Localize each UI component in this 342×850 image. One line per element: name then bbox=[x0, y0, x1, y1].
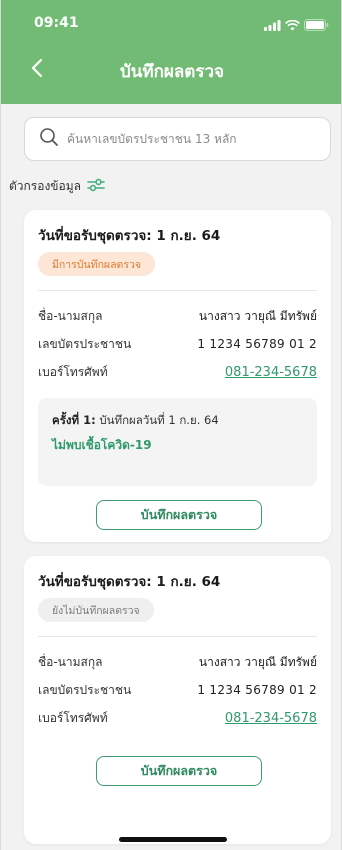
filter-label: ตัวกรองข้อมูล bbox=[9, 178, 81, 193]
phone-link[interactable]: 081-234-5678 bbox=[225, 711, 317, 726]
search-box[interactable] bbox=[24, 117, 331, 161]
phone-label: เบอร์โทรศัพท์ bbox=[38, 364, 108, 379]
record-result-button[interactable]: บันทึกผลตรวจ bbox=[96, 756, 262, 786]
name-value: นางสาว วายุณี มีทรัพย์ bbox=[198, 654, 317, 669]
request-date-heading: วันที่ขอรับชุดตรวจ: 1 ก.ย. 64 bbox=[38, 228, 221, 244]
id-label: เลขบัตรประชาชน bbox=[38, 682, 132, 697]
id-value: 1 1234 56789 01 2 bbox=[197, 683, 317, 697]
divider bbox=[38, 636, 317, 637]
id-row: เลขบัตรประชาชน 1 1234 56789 01 2 bbox=[38, 334, 317, 354]
name-label: ชื่อ-นามสกุล bbox=[38, 308, 103, 323]
wifi-icon bbox=[285, 16, 300, 35]
status-icons bbox=[264, 16, 329, 35]
history-result: ไม่พบเชื้อโควิด-19 bbox=[52, 438, 152, 452]
search-icon bbox=[39, 127, 59, 151]
status-badge: ยังไม่บันทึกผลตรวจ bbox=[38, 598, 154, 622]
filter-button[interactable]: ตัวกรองข้อมูล bbox=[9, 176, 105, 196]
id-value: 1 1234 56789 01 2 bbox=[197, 337, 317, 351]
request-date-heading: วันที่ขอรับชุดตรวจ: 1 ก.ย. 64 bbox=[38, 574, 221, 590]
battery-icon bbox=[304, 16, 329, 35]
page-title: บันทึกผลตรวจ bbox=[120, 62, 224, 82]
phone-link[interactable]: 081-234-5678 bbox=[225, 365, 317, 380]
record-result-button[interactable]: บันทึกผลตรวจ bbox=[96, 500, 262, 530]
id-row: เลขบัตรประชาชน 1 1234 56789 01 2 bbox=[38, 680, 317, 700]
home-indicator bbox=[119, 837, 227, 842]
app-screen: 09:41 บันทึกผลตรวจ ค้นหาเลขบัตรประชาชน 1… bbox=[0, 0, 342, 850]
test-history-box: ครั้งที่ 1: บันทึกผลวันที่ 1 ก.ย. 64 ไม่… bbox=[38, 398, 317, 486]
phone-label: เบอร์โทรศัพท์ bbox=[38, 710, 108, 725]
test-record-card: วันที่ขอรับชุดตรวจ: 1 ก.ย. 64 ยังไม่บันท… bbox=[24, 556, 331, 844]
header: 09:41 บันทึกผลตรวจ bbox=[1, 0, 341, 104]
nav-bar: บันทึกผลตรวจ bbox=[1, 50, 341, 90]
id-label: เลขบัตรประชาชน bbox=[38, 336, 132, 351]
signal-icon bbox=[264, 16, 281, 35]
name-row: ชื่อ-นามสกุล นางสาว วายุณี มีทรัพย์ bbox=[38, 652, 317, 672]
main-content: ตัวกรองข้อมูล วันที่ขอรับชุดตรวจ: 1 ก.ย.… bbox=[1, 104, 341, 850]
name-value: นางสาว วายุณี มีทรัพย์ bbox=[198, 308, 317, 323]
name-row: ชื่อ-นามสกุล นางสาว วายุณี มีทรัพย์ bbox=[38, 306, 317, 326]
status-badge: มีการบันทึกผลตรวจ bbox=[38, 252, 156, 276]
status-time: 09:41 bbox=[34, 15, 79, 31]
name-label: ชื่อ-นามสกุล bbox=[38, 654, 103, 669]
phone-row: เบอร์โทรศัพท์ 081-234-5678 bbox=[38, 708, 317, 728]
history-text: บันทึกผลวันที่ 1 ก.ย. 64 bbox=[95, 413, 219, 427]
history-entry: ครั้งที่ 1: บันทึกผลวันที่ 1 ก.ย. 64 bbox=[52, 412, 303, 430]
phone-row: เบอร์โทรศัพท์ 081-234-5678 bbox=[38, 362, 317, 382]
test-record-card: วันที่ขอรับชุดตรวจ: 1 ก.ย. 64 มีการบันทึ… bbox=[24, 210, 331, 542]
filter-sliders-icon bbox=[87, 178, 105, 195]
search-input[interactable] bbox=[67, 132, 307, 146]
status-bar: 09:41 bbox=[1, 0, 341, 44]
history-round: ครั้งที่ 1: bbox=[52, 413, 96, 427]
divider bbox=[38, 290, 317, 291]
